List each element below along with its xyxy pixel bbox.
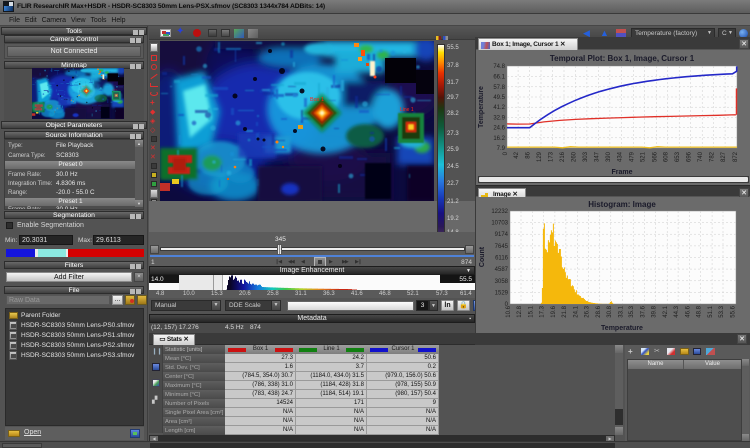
- svg-text:347: 347: [595, 151, 601, 162]
- svg-text:35.3: 35.3: [629, 305, 635, 317]
- svg-text:7645: 7645: [495, 244, 509, 250]
- svg-text:42: 42: [514, 151, 520, 158]
- svg-text:Temperature: Temperature: [601, 325, 643, 332]
- svg-text:1529: 1529: [495, 290, 509, 296]
- svg-text:827: 827: [721, 151, 727, 162]
- svg-text:216: 216: [560, 151, 566, 162]
- svg-text:19.6: 19.6: [551, 305, 557, 317]
- svg-text:479: 479: [629, 151, 635, 162]
- svg-text:86: 86: [526, 151, 532, 158]
- svg-text:24.1: 24.1: [573, 305, 579, 317]
- svg-text:28.6: 28.6: [596, 305, 602, 317]
- svg-text:53.3: 53.3: [719, 305, 725, 317]
- svg-text:39.8: 39.8: [652, 305, 658, 317]
- svg-text:3058: 3058: [495, 279, 509, 285]
- svg-text:41.2: 41.2: [493, 105, 505, 111]
- svg-text:32.9: 32.9: [493, 115, 505, 121]
- svg-text:4587: 4587: [495, 267, 509, 273]
- svg-text:10703: 10703: [491, 221, 508, 227]
- svg-text:55.6: 55.6: [731, 305, 737, 317]
- svg-text:74.8: 74.8: [493, 64, 505, 70]
- svg-text:26.3: 26.3: [584, 305, 590, 317]
- svg-text:17.3: 17.3: [539, 305, 545, 317]
- svg-text:696: 696: [687, 151, 693, 162]
- svg-text:44.3: 44.3: [674, 305, 680, 317]
- svg-text:48.8: 48.8: [697, 305, 703, 317]
- svg-text:303: 303: [583, 151, 589, 162]
- svg-text:Box 1: Box 1: [310, 97, 324, 103]
- svg-text:872: 872: [733, 151, 739, 162]
- svg-text:49.5: 49.5: [493, 95, 505, 101]
- svg-text:12232: 12232: [491, 209, 508, 215]
- svg-text:Temporal Plot: Box 1, Image, C: Temporal Plot: Box 1, Image, Cursor 1: [550, 54, 695, 63]
- svg-text:Line 1: Line 1: [400, 107, 414, 113]
- svg-text:566: 566: [652, 151, 658, 162]
- svg-text:782: 782: [709, 151, 715, 162]
- svg-text:21.8: 21.8: [562, 305, 568, 317]
- svg-text:12.8: 12.8: [517, 305, 523, 317]
- svg-text:57.8: 57.8: [493, 85, 505, 91]
- svg-text:15.1: 15.1: [529, 305, 535, 317]
- svg-text:30.8: 30.8: [607, 305, 613, 317]
- svg-text:6116: 6116: [495, 256, 509, 262]
- svg-text:Frame: Frame: [611, 169, 632, 176]
- svg-text:33.1: 33.1: [618, 305, 624, 317]
- svg-text:260: 260: [572, 151, 578, 162]
- svg-text:653: 653: [675, 151, 681, 162]
- svg-text:434: 434: [618, 151, 624, 162]
- svg-text:51.1: 51.1: [708, 305, 714, 317]
- svg-text:521: 521: [640, 151, 646, 162]
- svg-text:740: 740: [698, 151, 704, 162]
- svg-text:10.6: 10.6: [506, 305, 512, 317]
- svg-text:129: 129: [537, 151, 543, 162]
- svg-text:24.6: 24.6: [493, 126, 505, 132]
- svg-text:390: 390: [606, 151, 612, 162]
- svg-text:46.6: 46.6: [686, 305, 692, 317]
- svg-text:173: 173: [549, 151, 555, 162]
- svg-text:608: 608: [663, 151, 669, 162]
- svg-text:66.1: 66.1: [493, 75, 505, 81]
- svg-text:16.2: 16.2: [493, 136, 505, 142]
- svg-text:Count: Count: [479, 246, 486, 267]
- svg-text:Histogram: Image: Histogram: Image: [588, 200, 656, 209]
- svg-text:9174: 9174: [495, 232, 509, 238]
- svg-text:42.1: 42.1: [663, 305, 669, 317]
- svg-text:7.9: 7.9: [497, 146, 506, 152]
- svg-text:37.6: 37.6: [641, 305, 647, 317]
- svg-text:Temperature: Temperature: [478, 86, 485, 128]
